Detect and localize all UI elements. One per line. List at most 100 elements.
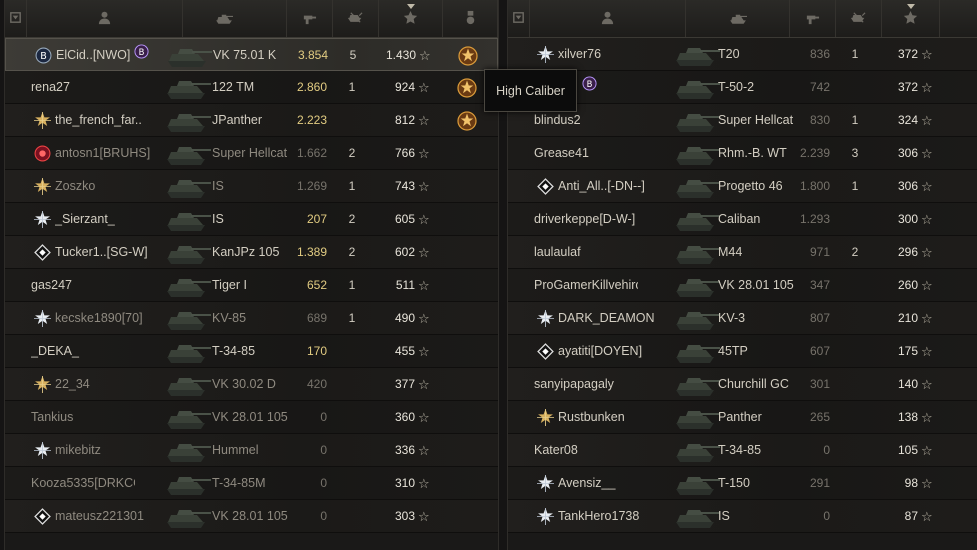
- player-row[interactable]: sanyipapagaly Churchill GC 301 140 ☆: [508, 368, 977, 401]
- empty-column-header[interactable]: [940, 0, 977, 37]
- vehicle-name: Rhm.-B. WT: [718, 146, 787, 160]
- player-row[interactable]: DARK_DEAMON KV-3 807 210 ☆: [508, 302, 977, 335]
- xp-star-icon: ☆: [418, 311, 430, 326]
- player-row[interactable]: TankHero1738 IS 0 87 ☆: [508, 500, 977, 533]
- diamond-clan-icon: [31, 236, 53, 269]
- player-row[interactable]: Kater08 T-34-85 0 105 ☆: [508, 434, 977, 467]
- player-row[interactable]: Kooza5335[DRKCG] T-34-85M 0 310 ☆: [5, 467, 498, 500]
- player-row[interactable]: laulaulaf M44 971 2 296 ☆: [508, 236, 977, 269]
- player-row[interactable]: _Sierzant_ IS 207 2 605 ☆: [5, 203, 498, 236]
- xp-icon: [403, 10, 418, 28]
- player-name[interactable]: mateusz221301: [55, 500, 159, 533]
- frags-value: 2: [348, 146, 356, 160]
- frags-column-header[interactable]: [836, 0, 882, 37]
- player-row[interactable]: Tucker1..[SG-W] KanJPz 105 1.389 2 602 ☆: [5, 236, 498, 269]
- player-name[interactable]: Rustbunken: [558, 401, 662, 434]
- player-name[interactable]: Avensiz__: [558, 467, 662, 500]
- player-row[interactable]: my_kn..BT-50-2742372☆: [508, 71, 977, 104]
- player-name[interactable]: _DEKA_: [31, 335, 135, 368]
- player-row[interactable]: ProGamerKillvehiro1.. VK 28.01 105 347 260☆: [508, 269, 977, 302]
- xp-value: 372: [897, 80, 918, 94]
- player-row[interactable]: the_french_far.. JPanther 2.223 812 ☆: [5, 104, 498, 137]
- player-row[interactable]: driverkeppe[D-W-] Caliban 1.293 300 ☆: [508, 203, 977, 236]
- player-column-header[interactable]: [530, 0, 686, 37]
- xp-value: 138: [897, 410, 918, 424]
- player-row[interactable]: Avensiz__ T-150 291 98 ☆: [508, 467, 977, 500]
- player-name[interactable]: xilver76: [558, 38, 662, 71]
- high-caliber-medal-icon[interactable]: [455, 104, 479, 137]
- damage-value: 971: [809, 245, 830, 259]
- xp-star-icon: ☆: [418, 146, 430, 161]
- xp-value: 602: [394, 245, 415, 259]
- medal-column-header[interactable]: [443, 0, 498, 37]
- player-name[interactable]: ayatiti[DOYEN]: [558, 335, 662, 368]
- damage-value: 1.800: [799, 179, 830, 193]
- player-column-header[interactable]: [27, 0, 183, 37]
- player-row[interactable]: ayatiti[DOYEN] 45TP 607 175 ☆: [508, 335, 977, 368]
- damage-column-header[interactable]: [790, 0, 836, 37]
- high-caliber-medal-icon[interactable]: [456, 39, 480, 72]
- xp-column-header[interactable]: [882, 0, 940, 37]
- player-row[interactable]: Tankius VK 28.01 105 0 360 ☆: [5, 401, 498, 434]
- player-row[interactable]: mateusz221301 VK 28.01 105 0 303 ☆: [5, 500, 498, 533]
- high-caliber-medal-icon[interactable]: [455, 71, 479, 104]
- player-row[interactable]: mikebitz Hummel 0 336 ☆: [5, 434, 498, 467]
- player-name[interactable]: antosn1[BRUHS]: [55, 137, 159, 170]
- player-name[interactable]: ProGamerKillvehiro1..: [534, 269, 638, 302]
- player-row[interactable]: Grease41 Rhm.-B. WT 2.239 3 306 ☆: [508, 137, 977, 170]
- left-team-header: [5, 0, 498, 38]
- player-name[interactable]: mikebitz: [55, 434, 159, 467]
- player-row[interactable]: Anti_All..[-DN--] Progetto 46 1.800 1 306 ☆: [508, 170, 977, 203]
- player-row[interactable]: Zoszko IS 1.269 1 743 ☆: [5, 170, 498, 203]
- xp-column-header[interactable]: [379, 0, 443, 37]
- vehicle-column-header[interactable]: [161, 0, 287, 37]
- xp-star-icon: ☆: [418, 113, 430, 128]
- player-row[interactable]: blindus2 Super Hellcat 830 1 324 ☆: [508, 104, 977, 137]
- squad-column-header[interactable]: [5, 0, 27, 37]
- player-name[interactable]: Tankius: [31, 401, 135, 434]
- player-name[interactable]: TankHero1738: [558, 500, 662, 533]
- tank-icon: [672, 170, 722, 203]
- frags-column-header[interactable]: [333, 0, 379, 37]
- player-name[interactable]: DARK_DEAMON: [558, 302, 662, 335]
- player-name[interactable]: Kooza5335[DRKCG]: [31, 467, 135, 500]
- player-row[interactable]: xilver76 T20 836 1 372 ☆: [508, 38, 977, 71]
- player-name[interactable]: sanyipapagaly: [534, 368, 638, 401]
- player-name[interactable]: Kater08: [534, 434, 638, 467]
- damage-column-header[interactable]: [287, 0, 333, 37]
- player-row[interactable]: Rustbunken Panther 265 138 ☆: [508, 401, 977, 434]
- right-team-panel: xilver76T208361372☆my_kn..BT-50-2742372☆…: [507, 0, 977, 550]
- xp-star-icon: ☆: [418, 377, 430, 392]
- player-row[interactable]: antosn1[BRUHS] Super Hellcat 1.662 2 766 ☆: [5, 137, 498, 170]
- player-name[interactable]: the_french_far..: [55, 104, 159, 137]
- xp-value: 260: [897, 278, 918, 292]
- player-row[interactable]: gas247 Tiger I 652 1 511 ☆: [5, 269, 498, 302]
- xp-value: 296: [897, 245, 918, 259]
- player-name[interactable]: driverkeppe[D-W-]: [534, 203, 638, 236]
- vehicle-name: VK 75.01 K: [213, 48, 277, 62]
- player-row[interactable]: rena27 122 TM 2.860 1 924 ☆: [5, 71, 498, 104]
- player-row[interactable]: 22_34 VK 30.02 D 420 377 ☆: [5, 368, 498, 401]
- star-badge-icon: [31, 368, 53, 401]
- player-name[interactable]: Zoszko: [55, 170, 159, 203]
- player-name[interactable]: kecske1890[70]: [55, 302, 159, 335]
- frags-value: [841, 500, 869, 533]
- xp-value: 306: [897, 146, 918, 160]
- player-name[interactable]: Grease41: [534, 137, 638, 170]
- frags-value: 1: [348, 278, 356, 292]
- player-name[interactable]: laulaulaf: [534, 236, 638, 269]
- player-name[interactable]: Tucker1..[SG-W]: [55, 236, 159, 269]
- player-name[interactable]: gas247: [31, 269, 135, 302]
- player-name[interactable]: rena27: [31, 71, 135, 104]
- vehicle-column-header[interactable]: [686, 0, 790, 37]
- player-row[interactable]: _DEKA_ T-34-85 170 455 ☆: [5, 335, 498, 368]
- player-row[interactable]: kecske1890[70] KV-85 689 1 490 ☆: [5, 302, 498, 335]
- player-name[interactable]: Anti_All..[-DN--]: [558, 170, 662, 203]
- squad-column-header[interactable]: [508, 0, 530, 37]
- xp-star-icon: ☆: [921, 311, 933, 326]
- player-name[interactable]: _Sierzant_: [55, 203, 159, 236]
- player-row[interactable]: B ElCid..[NWO] B VK 75.01 K 3.854 5 1.430 ☆: [5, 38, 498, 71]
- xp-star-icon: ☆: [418, 509, 430, 524]
- frags-value: [841, 368, 869, 401]
- player-name[interactable]: 22_34: [55, 368, 159, 401]
